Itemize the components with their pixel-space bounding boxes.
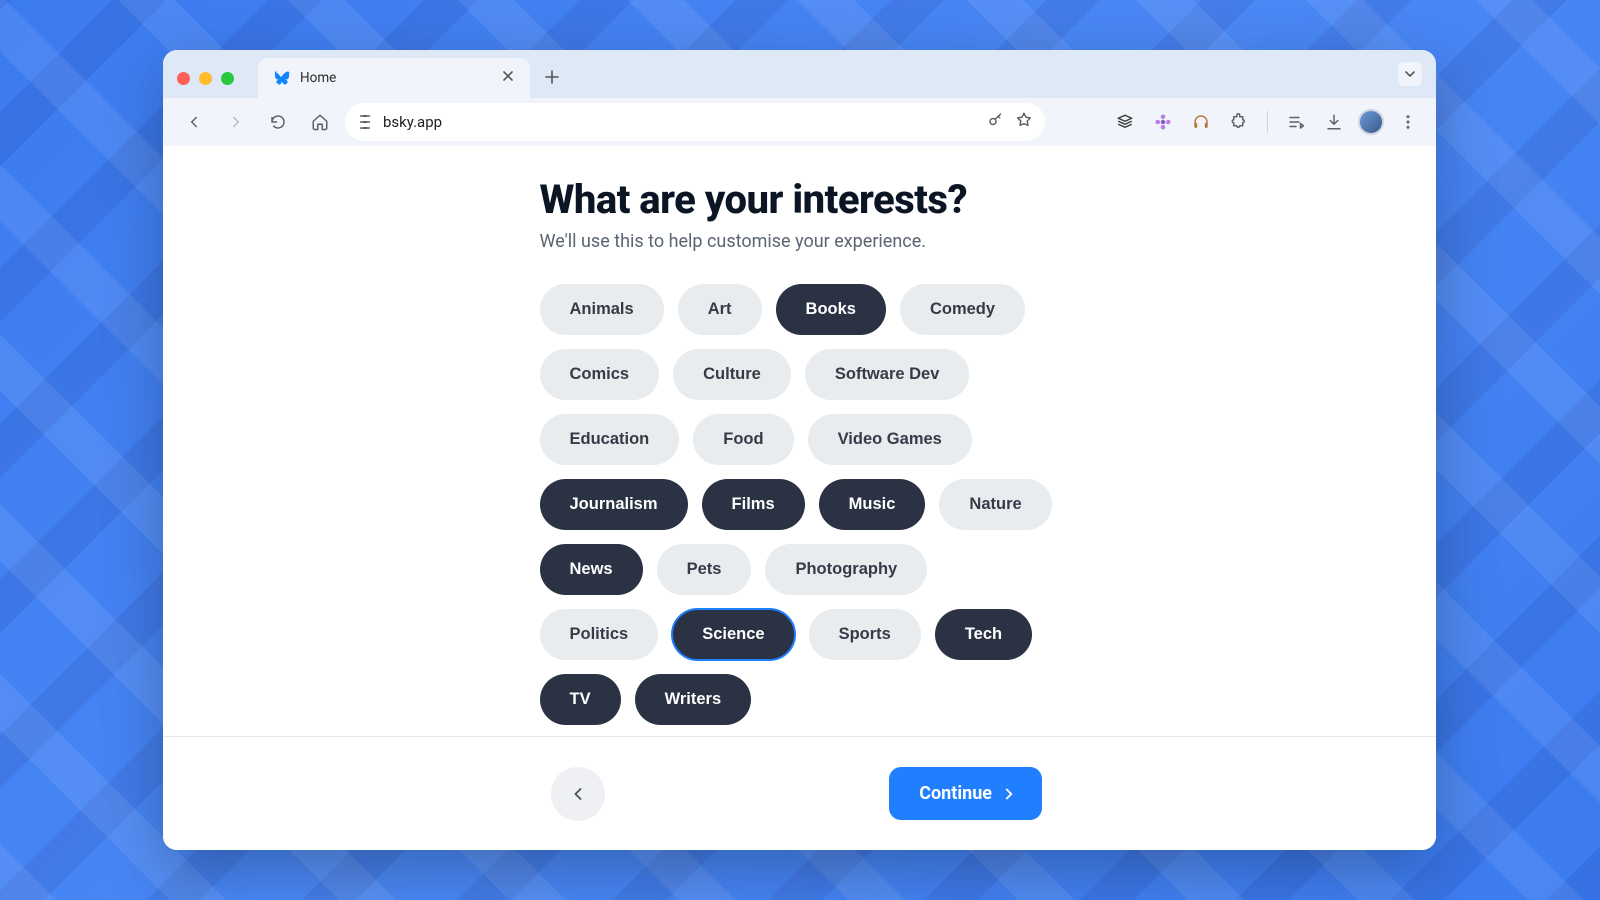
toolbar-right <box>1111 108 1422 136</box>
interest-chip[interactable]: Sports <box>809 609 921 660</box>
interest-chip[interactable]: Politics <box>540 609 659 660</box>
site-settings-icon[interactable] <box>357 114 373 130</box>
close-window-button[interactable] <box>177 72 190 85</box>
browser-menu-button[interactable] <box>1394 108 1422 136</box>
interest-chip[interactable]: Food <box>693 414 793 465</box>
password-key-icon[interactable] <box>987 111 1005 133</box>
interest-chip[interactable]: News <box>540 544 643 595</box>
downloads-icon[interactable] <box>1320 108 1348 136</box>
page-content: What are your interests? We'll use this … <box>163 146 1436 850</box>
nav-forward-button[interactable] <box>219 105 253 139</box>
minimize-window-button[interactable] <box>199 72 212 85</box>
continue-button[interactable]: Continue <box>889 767 1042 820</box>
tab-strip: Home <box>163 50 1436 98</box>
interest-chip[interactable]: Writers <box>635 674 752 725</box>
new-tab-button[interactable] <box>544 67 560 90</box>
interest-chip[interactable]: Comedy <box>900 284 1025 335</box>
interest-chip[interactable]: Pets <box>657 544 752 595</box>
tab-list-dropdown[interactable] <box>1398 62 1422 86</box>
page-subtitle: We'll use this to help customise your ex… <box>540 231 1060 252</box>
browser-window: Home <box>163 50 1436 850</box>
interest-chip[interactable]: Animals <box>540 284 664 335</box>
interest-chip[interactable]: Tech <box>935 609 1032 660</box>
media-playlist-icon[interactable] <box>1282 108 1310 136</box>
extensions-puzzle-icon[interactable] <box>1225 108 1253 136</box>
chevron-right-icon <box>1000 785 1018 803</box>
browser-chrome: Home <box>163 50 1436 146</box>
interest-chip[interactable]: Education <box>540 414 680 465</box>
close-tab-button[interactable] <box>498 68 518 88</box>
bluesky-favicon-icon <box>272 69 290 87</box>
back-step-button[interactable] <box>551 767 605 821</box>
interest-chip[interactable]: Video Games <box>808 414 972 465</box>
interest-chip[interactable]: Comics <box>540 349 660 400</box>
interest-chip[interactable]: Photography <box>765 544 927 595</box>
home-button[interactable] <box>303 105 337 139</box>
extension-flower-icon[interactable] <box>1149 108 1177 136</box>
interest-chip[interactable]: Music <box>819 479 926 530</box>
reload-button[interactable] <box>261 105 295 139</box>
profile-avatar[interactable] <box>1358 109 1384 135</box>
interest-chip[interactable]: Books <box>776 284 886 335</box>
interest-chip[interactable]: Journalism <box>540 479 688 530</box>
address-text: bsky.app <box>383 113 977 131</box>
footer-bar: Continue <box>163 736 1436 850</box>
interest-chip[interactable]: Science <box>672 609 794 660</box>
window-controls <box>177 72 234 85</box>
page-title: What are your interests? <box>540 176 1060 223</box>
interest-chip[interactable]: Films <box>702 479 805 530</box>
interests-chip-group: Animals Art Books Comedy Comics Culture Softwa… <box>540 284 1060 725</box>
interest-chip[interactable]: Culture <box>673 349 791 400</box>
fullscreen-window-button[interactable] <box>221 72 234 85</box>
extension-stack-icon[interactable] <box>1111 108 1139 136</box>
nav-back-button[interactable] <box>177 105 211 139</box>
continue-button-label: Continue <box>919 783 992 804</box>
tab-title: Home <box>300 70 488 86</box>
toolbar-separator <box>1267 111 1268 133</box>
interest-chip[interactable]: Art <box>678 284 762 335</box>
interest-chip[interactable]: TV <box>540 674 621 725</box>
browser-tab[interactable]: Home <box>258 58 530 98</box>
address-bar[interactable]: bsky.app <box>345 103 1045 141</box>
bookmark-star-icon[interactable] <box>1015 111 1033 133</box>
interest-chip[interactable]: Nature <box>939 479 1051 530</box>
extension-headphones-icon[interactable] <box>1187 108 1215 136</box>
browser-toolbar: bsky.app <box>163 98 1436 146</box>
interest-chip[interactable]: Software Dev <box>805 349 970 400</box>
